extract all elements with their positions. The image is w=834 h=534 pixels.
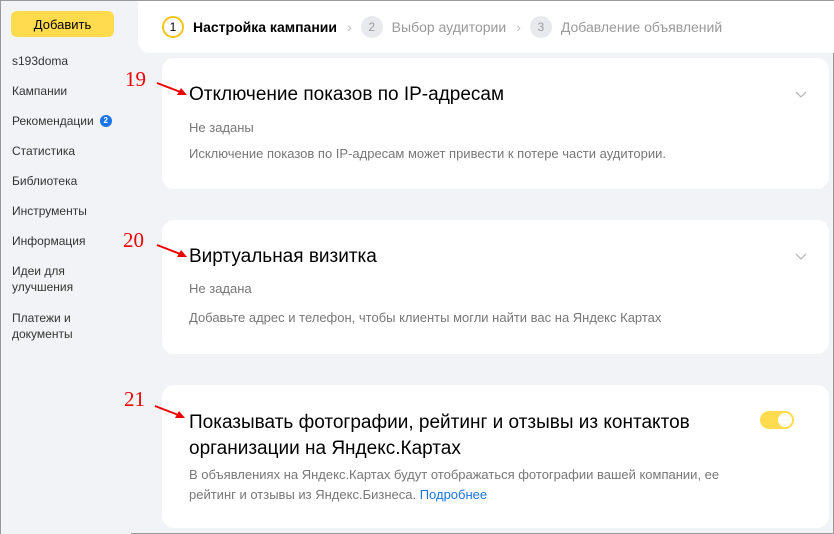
sidebar-item-label: Информация (12, 234, 86, 248)
chevron-down-icon[interactable] (795, 250, 807, 262)
step-number: 2 (360, 16, 383, 38)
maps-photos-card: Показывать фотографии, рейтинг и отзывы … (162, 385, 829, 528)
sidebar-item-tools[interactable]: Инструменты (12, 203, 87, 219)
card-title: Виртуальная визитка (189, 246, 377, 267)
card-description: В объявлениях на Яндекс.Картах будут ото… (189, 465, 719, 505)
step-label: Настройка кампании (193, 19, 337, 35)
annotation-arrow-icon (156, 82, 187, 95)
sidebar-item-recommendations[interactable]: Рекомендации 2 (12, 113, 112, 129)
card-description-text: рейтинг и отзывы из Яндекс.Бизнеса. (189, 487, 417, 502)
card-status: Не заданы (189, 120, 254, 135)
annotation-arrow-icon (154, 405, 185, 418)
card-title: Отключение показов по IP-адресам (189, 84, 505, 105)
step-label: Добавление объявлений (560, 19, 723, 35)
sidebar-item-label: Библиотека (12, 174, 78, 188)
sidebar-item-statistics[interactable]: Статистика (12, 143, 75, 159)
sidebar-item-ideas[interactable]: Идеи для улучшения (12, 263, 82, 295)
step-number: 3 (529, 16, 552, 38)
card-description-line: В объявлениях на Яндекс.Картах будут ото… (189, 467, 720, 482)
sidebar-item-label: Статистика (12, 144, 76, 158)
card-status: Не задана (189, 281, 252, 296)
chevron-down-icon[interactable] (795, 88, 807, 100)
sidebar-item-label: s193doma (12, 54, 69, 68)
sidebar-item-label: Кампании (12, 84, 68, 98)
sidebar-item-label: Платежи и документы (12, 311, 73, 341)
add-button[interactable]: Добавить (11, 11, 114, 37)
sidebar-item-library[interactable]: Библиотека (12, 173, 77, 189)
sidebar: Добавить s193doma Кампании Рекомендации … (1, 1, 131, 534)
annotation-number: 19 (125, 67, 146, 91)
sidebar-item-label: Рекомендации (12, 114, 94, 128)
chevron-right-icon: › (347, 19, 352, 35)
annotation-number: 21 (124, 387, 145, 411)
annotation-number: 20 (123, 228, 144, 252)
maps-photos-toggle[interactable] (760, 411, 794, 429)
step-campaign-settings[interactable]: 1 Настройка кампании (162, 16, 337, 38)
card-title: Показывать фотографии, рейтинг и отзывы … (189, 410, 690, 462)
campaign-stepper: 1 Настройка кампании › 2 Выбор аудитории… (138, 1, 834, 53)
chevron-right-icon: › (516, 19, 521, 35)
more-link[interactable]: Подробнее (420, 487, 487, 502)
step-ads[interactable]: 3 Добавление объявлений (529, 16, 723, 38)
card-description: Исключение показов по IP-адресам может п… (189, 146, 667, 161)
sidebar-item-account[interactable]: s193doma (12, 53, 68, 69)
sidebar-item-payments[interactable]: Платежи и документы (12, 310, 82, 342)
step-audience[interactable]: 2 Выбор аудитории (360, 16, 507, 38)
card-description-line-2: рейтинг и отзывы из Яндекс.Бизнеса. Подр… (189, 485, 719, 505)
card-title-line: организации на Яндекс.Картах (189, 438, 461, 459)
sidebar-item-label: Идеи для улучшения (12, 264, 74, 294)
sidebar-item-label: Инструменты (12, 204, 87, 218)
step-label: Выбор аудитории (391, 19, 507, 35)
recommendations-count-badge: 2 (99, 115, 112, 127)
card-description: Добавьте адрес и телефон, чтобы клиенты … (189, 310, 662, 325)
toggle-knob (778, 413, 792, 427)
card-title-line: Показывать фотографии, рейтинг и отзывы … (189, 412, 690, 433)
virtual-card-card[interactable]: Виртуальная визитка Не задана Добавьте а… (162, 220, 829, 354)
step-number: 1 (162, 16, 184, 38)
sidebar-item-campaigns[interactable]: Кампании (12, 83, 67, 99)
annotation-arrow-icon (156, 244, 187, 257)
ip-exclusion-card[interactable]: Отключение показов по IP-адресам Не зада… (162, 58, 829, 189)
sidebar-item-information[interactable]: Информация (12, 233, 85, 249)
